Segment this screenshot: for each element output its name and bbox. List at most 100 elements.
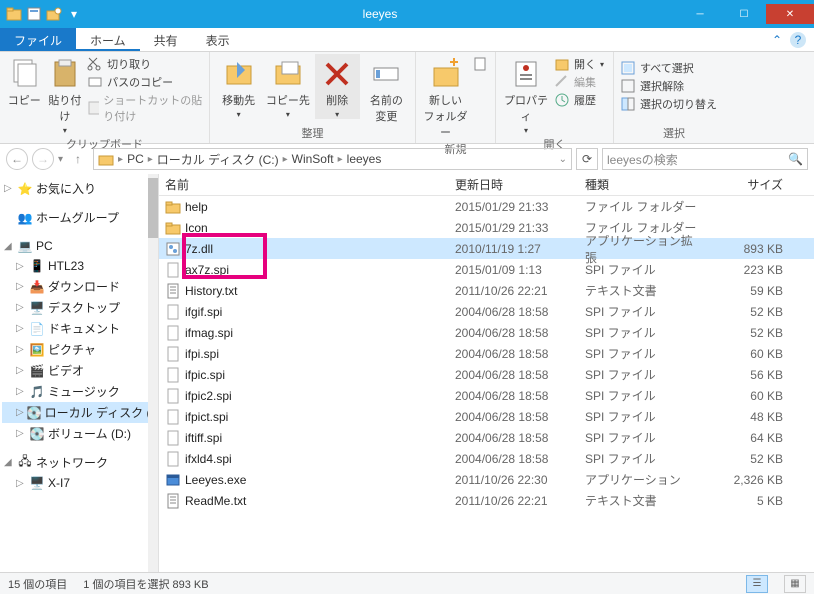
selectnone-button[interactable]: 選択解除 <box>620 78 717 94</box>
file-icon <box>165 409 181 425</box>
edit-button[interactable]: 編集 <box>554 74 604 90</box>
delete-button[interactable]: 削除▾ <box>315 54 360 119</box>
addr-dropdown-icon[interactable]: ⌄ <box>559 154 567 165</box>
file-row[interactable]: ifxld4.spi2004/06/28 18:58SPI ファイル52 KB <box>159 448 814 469</box>
paste-button[interactable]: 貼り付け ▾ <box>47 54 84 135</box>
file-row[interactable]: ifpi.spi2004/06/28 18:58SPI ファイル60 KB <box>159 343 814 364</box>
file-type: SPI ファイル <box>579 429 709 446</box>
status-selected: 1 個の項目を選択 893 KB <box>83 576 208 592</box>
file-row[interactable]: ifmag.spi2004/06/28 18:58SPI ファイル52 KB <box>159 322 814 343</box>
file-row[interactable]: 7z.dll2010/11/19 1:27アプリケーション拡張893 KB <box>159 238 814 259</box>
refresh-button[interactable]: ⟳ <box>576 148 598 170</box>
file-name: Icon <box>185 221 208 235</box>
tree-item[interactable]: ▷🖥️デスクトップ <box>2 297 156 318</box>
tree-item[interactable]: ▷📥ダウンロード <box>2 276 156 297</box>
file-row[interactable]: ifgif.spi2004/06/28 18:58SPI ファイル52 KB <box>159 301 814 322</box>
delete-icon <box>321 58 353 90</box>
file-row[interactable]: Icon2015/01/29 21:33ファイル フォルダー <box>159 217 814 238</box>
address-bar[interactable]: ▸ PC▸ ローカル ディスク (C:)▸ WinSoft▸ leeyes ⌄ <box>93 148 572 170</box>
nav-scrollbar[interactable] <box>148 174 158 572</box>
file-row[interactable]: ifpic2.spi2004/06/28 18:58SPI ファイル60 KB <box>159 385 814 406</box>
nav-up-button[interactable]: ↑ <box>67 148 89 170</box>
col-size[interactable]: サイズ <box>709 176 789 193</box>
file-row[interactable]: History.txt2011/10/26 22:21テキスト文書59 KB <box>159 280 814 301</box>
tab-share[interactable]: 共有 <box>140 28 192 51</box>
view-icons-button[interactable]: ▦ <box>784 575 806 593</box>
file-type: テキスト文書 <box>579 282 709 299</box>
file-icon <box>165 430 181 446</box>
tree-item[interactable]: ▷🖼️ピクチャ <box>2 339 156 360</box>
file-row[interactable]: ifpict.spi2004/06/28 18:58SPI ファイル48 KB <box>159 406 814 427</box>
file-date: 2015/01/29 21:33 <box>449 200 579 214</box>
file-date: 2011/10/26 22:21 <box>449 494 579 508</box>
file-row[interactable]: ReadMe.txt2011/10/26 22:21テキスト文書5 KB <box>159 490 814 511</box>
copy-button[interactable]: コピー <box>6 54 43 108</box>
network-icon: 🖧 <box>17 455 33 471</box>
drive-icon: 🖼️ <box>29 342 45 358</box>
crumb-c[interactable]: ローカル ディスク (C:) <box>157 151 279 168</box>
group-select-label: 選択 <box>620 124 728 143</box>
tree-item[interactable]: ▷🎬ビデオ <box>2 360 156 381</box>
crumb-pc[interactable]: PC <box>127 152 144 166</box>
newfolder-button[interactable]: 新しい フォルダー <box>422 54 469 140</box>
col-name[interactable]: 名前 <box>159 176 449 193</box>
drive-icon: 💽 <box>27 405 42 421</box>
history-button[interactable]: 履歴 <box>554 92 604 108</box>
nav-forward-button[interactable]: → <box>32 148 54 170</box>
file-size: 64 KB <box>709 431 789 445</box>
col-date[interactable]: 更新日時 <box>449 176 579 193</box>
tree-network[interactable]: ◢🖧ネットワーク <box>2 452 156 473</box>
moveto-button[interactable]: 移動先▾ <box>216 54 261 119</box>
maximize-button[interactable]: ☐ <box>722 4 766 24</box>
nav-back-button[interactable]: ← <box>6 148 28 170</box>
tree-homegroup[interactable]: 👥ホームグループ <box>2 207 156 228</box>
qat-dropdown-icon[interactable]: ▾ <box>66 6 82 22</box>
tree-pc[interactable]: ◢💻PC <box>2 236 156 256</box>
open-button[interactable]: 開く▾ <box>554 56 604 72</box>
file-row[interactable]: iftiff.spi2004/06/28 18:58SPI ファイル64 KB <box>159 427 814 448</box>
file-row[interactable]: ifpic.spi2004/06/28 18:58SPI ファイル56 KB <box>159 364 814 385</box>
col-type[interactable]: 種類 <box>579 176 709 193</box>
close-button[interactable]: ✕ <box>766 4 814 24</box>
crumb-winsoft[interactable]: WinSoft <box>292 152 334 166</box>
file-date: 2004/06/28 18:58 <box>449 326 579 340</box>
qat-newfolder-icon[interactable] <box>46 6 62 22</box>
star-icon: ⭐ <box>17 181 33 197</box>
cut-button[interactable]: 切り取り <box>87 56 203 72</box>
file-row[interactable]: help2015/01/29 21:33ファイル フォルダー <box>159 196 814 217</box>
copyto-button[interactable]: コピー先▾ <box>265 54 310 119</box>
invert-button[interactable]: 選択の切り替え <box>620 96 717 112</box>
rename-icon <box>370 58 402 90</box>
properties-button[interactable]: プロパティ▾ <box>502 54 550 135</box>
newfolder-icon <box>430 58 462 90</box>
tree-item[interactable]: ▷🎵ミュージック <box>2 381 156 402</box>
qat-properties-icon[interactable] <box>26 6 42 22</box>
tree-favorites[interactable]: ▷⭐お気に入り <box>2 178 156 199</box>
path-icon <box>87 74 103 90</box>
tree-item[interactable]: ▷📱HTL23 <box>2 256 156 276</box>
newitem-button[interactable] <box>473 56 489 72</box>
tree-item[interactable]: ▷💽ボリューム (D:) <box>2 423 156 444</box>
ribbon-collapse-icon[interactable]: ⌃ <box>772 33 782 47</box>
help-icon[interactable]: ? <box>790 32 806 48</box>
tab-home[interactable]: ホーム <box>76 28 140 51</box>
rename-button[interactable]: 名前の 変更 <box>364 54 409 124</box>
tree-item[interactable]: ▷💽ローカル ディスク (C <box>2 402 156 423</box>
crumb-leeyes[interactable]: leeyes <box>347 152 382 166</box>
tree-item[interactable]: ▷📄ドキュメント <box>2 318 156 339</box>
file-row[interactable]: Leeyes.exe2011/10/26 22:30アプリケーション2,326 … <box>159 469 814 490</box>
tab-file[interactable]: ファイル <box>0 28 76 51</box>
search-box[interactable]: leeyesの検索 🔍 <box>602 148 808 170</box>
copypath-button[interactable]: パスのコピー <box>87 74 203 90</box>
file-row[interactable]: ax7z.spi2015/01/09 1:13SPI ファイル223 KB <box>159 259 814 280</box>
drive-icon: 🎬 <box>29 363 45 379</box>
file-icon <box>165 367 181 383</box>
tree-item[interactable]: ▷🖥️X-I7 <box>2 473 156 493</box>
paste-shortcut-button[interactable]: ショートカットの貼り付け <box>87 92 203 124</box>
minimize-button[interactable]: ─ <box>678 4 722 24</box>
nav-recent-icon[interactable]: ▾ <box>58 154 63 165</box>
selectall-button[interactable]: すべて選択 <box>620 60 717 76</box>
addressbar-row: ← → ▾ ↑ ▸ PC▸ ローカル ディスク (C:)▸ WinSoft▸ l… <box>0 144 814 174</box>
tab-view[interactable]: 表示 <box>192 28 244 51</box>
view-details-button[interactable]: ☰ <box>746 575 768 593</box>
